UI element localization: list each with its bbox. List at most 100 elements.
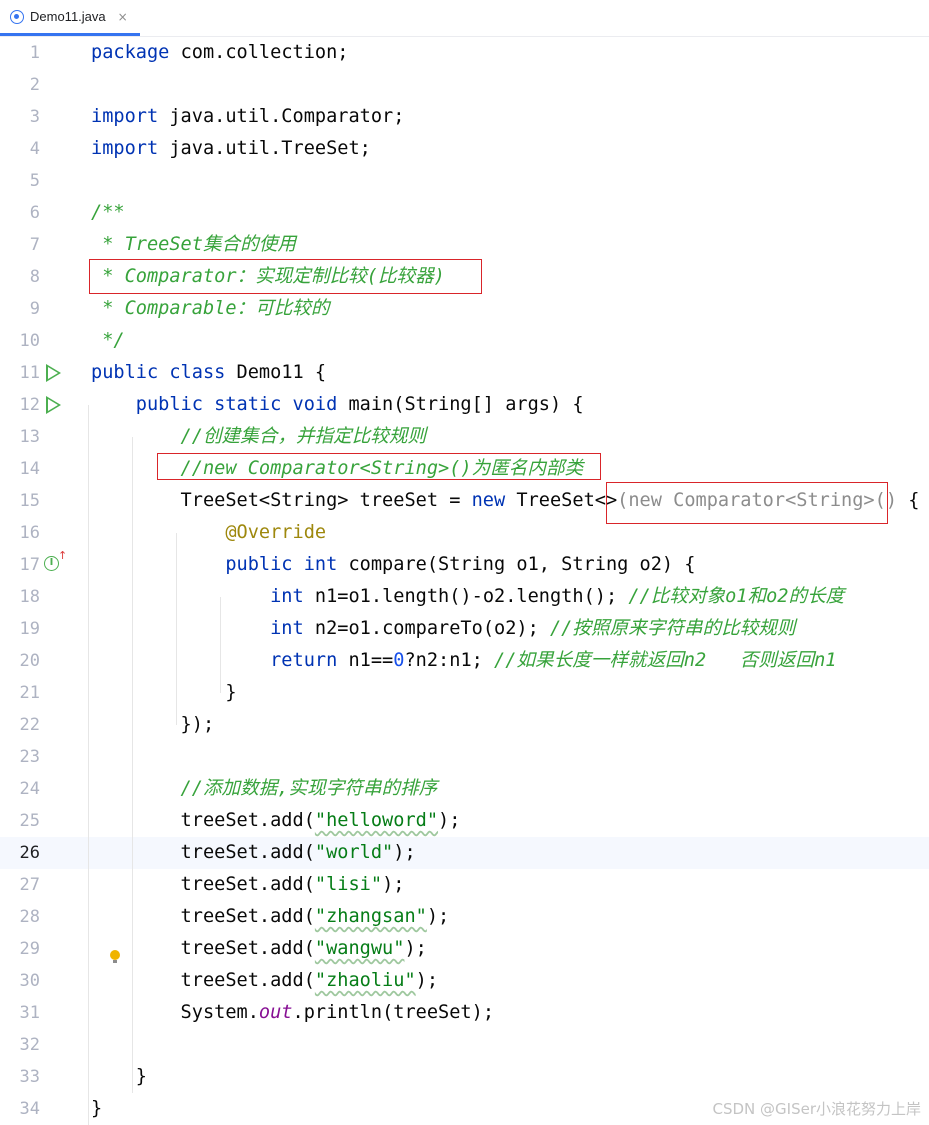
code-token: compare(String o1, String o2) { <box>337 554 696 575</box>
code-token: //按照原来字符串的比较规则 <box>549 618 796 639</box>
code-token: ); <box>393 842 416 863</box>
code-line[interactable]: 5 <box>0 165 929 197</box>
code-token: //创建集合，并指定比较规则 <box>91 426 427 447</box>
code-token: treeSet.add( <box>91 874 315 895</box>
code-line[interactable]: 9 * Comparable：可比较的 <box>0 293 929 325</box>
code-line[interactable]: 29 treeSet.add("wangwu"); <box>0 933 929 965</box>
code-text: public static void main(String[] args) { <box>91 389 584 421</box>
code-line[interactable]: 6 /** <box>0 197 929 229</box>
line-number: 4 <box>29 139 40 159</box>
code-line[interactable]: 4 import java.util.TreeSet; <box>0 133 929 165</box>
code-line[interactable]: 16 @Override <box>0 517 929 549</box>
line-number: 5 <box>29 171 40 191</box>
tab-demo11-java[interactable]: Demo11.java × <box>0 0 140 36</box>
code-token: }); <box>91 714 215 735</box>
code-line[interactable]: 17 public int compare(String o1, String … <box>0 549 929 581</box>
tab-label: Demo11.java <box>30 9 106 24</box>
code-line[interactable]: 8 * Comparator：实现定制比较(比较器) <box>0 261 929 293</box>
code-line[interactable]: 28 treeSet.add("zhangsan"); <box>0 901 929 933</box>
code-text: treeSet.add("zhangsan"); <box>91 901 450 933</box>
code-token: package <box>91 42 170 63</box>
line-number: 11 <box>19 363 40 383</box>
code-token: 0 <box>393 650 405 671</box>
line-number: 3 <box>29 107 40 127</box>
indent-guide <box>220 597 221 693</box>
code-token: import <box>91 138 159 159</box>
line-number: 28 <box>19 907 40 927</box>
code-line[interactable]: 23 <box>0 741 929 773</box>
code-text: int n1=o1.length()-o2.length(); //比较对象o1… <box>91 581 844 613</box>
code-token: public class <box>91 362 226 383</box>
line-number: 21 <box>19 683 40 703</box>
code-text: * Comparable：可比较的 <box>91 293 330 325</box>
code-token: "zhangsan" <box>314 906 427 927</box>
code-text: @Override <box>91 517 326 549</box>
line-number: 9 <box>29 299 40 319</box>
line-number: 13 <box>19 427 40 447</box>
line-number: 8 <box>29 267 40 287</box>
code-token: import <box>91 106 159 127</box>
line-number: 29 <box>19 939 40 959</box>
watermark: CSDN @GISer小浪花努力上岸 <box>712 1100 922 1118</box>
line-number: 7 <box>29 235 40 255</box>
code-line[interactable]: 24 //添加数据,实现字符串的排序 <box>0 773 929 805</box>
code-text: return n1==0?n2:n1; //如果长度一样就返回n2 否则返回n1 <box>91 645 837 677</box>
code-line[interactable]: 26 treeSet.add("world"); <box>0 837 929 869</box>
lightbulb-icon[interactable] <box>110 950 120 963</box>
code-token: //如果长度一样就返回n2 否则返回n1 <box>494 650 837 671</box>
code-line[interactable]: 15 TreeSet<String> treeSet = new TreeSet… <box>0 485 929 517</box>
code-token: treeSet.add( <box>91 842 315 863</box>
code-line[interactable]: 30 treeSet.add("zhaoliu"); <box>0 965 929 997</box>
code-line[interactable]: 10 */ <box>0 325 929 357</box>
code-line[interactable]: 33 } <box>0 1061 929 1093</box>
code-line[interactable]: 20 return n1==0?n2:n1; //如果长度一样就返回n2 否则返… <box>0 645 929 677</box>
close-tab-icon[interactable]: × <box>118 10 128 24</box>
code-line[interactable]: 22 }); <box>0 709 929 741</box>
code-token: treeSet.add( <box>91 970 315 991</box>
code-text: treeSet.add("wangwu"); <box>91 933 427 965</box>
code-token: "lisi" <box>314 874 383 895</box>
code-token: Demo11 { <box>225 362 327 383</box>
code-token: * TreeSet集合的使用 <box>91 234 296 255</box>
code-text: public int compare(String o1, String o2)… <box>91 549 696 581</box>
code-token: @Override <box>91 522 327 543</box>
line-number: 19 <box>19 619 40 639</box>
code-line[interactable]: 18 int n1=o1.length()-o2.length(); //比较对… <box>0 581 929 613</box>
code-token: "helloword" <box>314 810 439 831</box>
code-token: n2=o1.compareTo(o2); <box>303 618 550 639</box>
implements-icon[interactable]: I <box>44 556 59 571</box>
code-token: java.util.Comparator; <box>158 106 405 127</box>
code-text: } <box>91 1061 147 1093</box>
code-line[interactable]: 27 treeSet.add("lisi"); <box>0 869 929 901</box>
line-number: 31 <box>19 1003 40 1023</box>
code-line[interactable]: 32 <box>0 1029 929 1061</box>
code-line[interactable]: 7 * TreeSet集合的使用 <box>0 229 929 261</box>
code-line[interactable]: 11 public class Demo11 { <box>0 357 929 389</box>
run-icon[interactable] <box>46 396 61 414</box>
code-line[interactable]: 14 //new Comparator<String>()为匿名内部类 <box>0 453 929 485</box>
line-number: 17 <box>19 555 40 575</box>
editor-tab-bar: Demo11.java × <box>0 0 929 37</box>
line-number: 15 <box>19 491 40 511</box>
code-line[interactable]: 2 <box>0 69 929 101</box>
code-token: ); <box>438 810 461 831</box>
code-text: treeSet.add("lisi"); <box>91 869 405 901</box>
code-line[interactable]: 21 } <box>0 677 929 709</box>
code-line[interactable]: 12 public static void main(String[] args… <box>0 389 929 421</box>
line-number: 12 <box>19 395 40 415</box>
code-line[interactable]: 13 //创建集合，并指定比较规则 <box>0 421 929 453</box>
code-token: treeSet.add( <box>91 906 315 927</box>
code-line[interactable]: 1 package com.collection; <box>0 37 929 69</box>
code-token: * Comparable：可比较的 <box>91 298 330 319</box>
code-line[interactable]: 25 treeSet.add("helloword"); <box>0 805 929 837</box>
code-line[interactable]: 31 System.out.println(treeSet); <box>0 997 929 1029</box>
code-text: //添加数据,实现字符串的排序 <box>91 773 438 805</box>
code-token: * Comparator：实现定制比较(比较器) <box>91 266 445 287</box>
run-icon[interactable] <box>46 364 61 382</box>
line-number: 6 <box>29 203 40 223</box>
code-line[interactable]: 19 int n2=o1.compareTo(o2); //按照原来字符串的比较… <box>0 613 929 645</box>
override-arrow-icon: ↑ <box>58 549 68 562</box>
code-line[interactable]: 3 import java.util.Comparator; <box>0 101 929 133</box>
code-text: //new Comparator<String>()为匿名内部类 <box>91 453 584 485</box>
code-token: } <box>91 1098 103 1119</box>
